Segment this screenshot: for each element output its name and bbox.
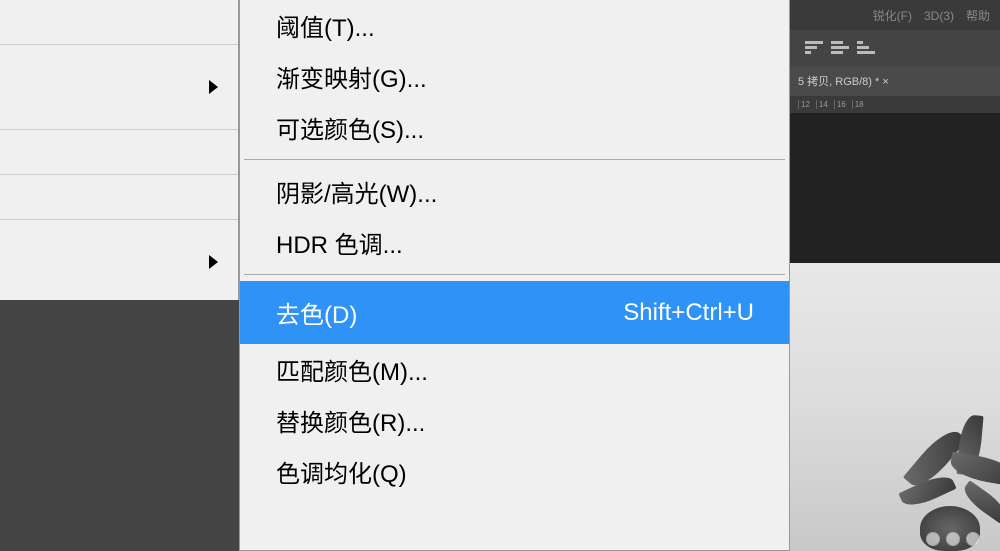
plant-image [830, 371, 1000, 551]
canvas-background [790, 113, 1000, 263]
align-middle-icon[interactable] [831, 41, 849, 56]
menu-label: HDR 色调... [276, 225, 403, 260]
menu-item-gradient-map[interactable]: 渐变映射(G)... [240, 51, 789, 102]
menu-separator [244, 159, 785, 160]
menu-item-hdr-toning[interactable]: HDR 色调... [240, 217, 789, 268]
menu-item-equalize[interactable]: 色调均化(Q) [240, 446, 789, 497]
menu-label: 阈值(T)... [276, 8, 375, 43]
photo-canvas[interactable] [790, 263, 1000, 551]
leaf-shape [948, 452, 1000, 487]
circle-icon [966, 532, 980, 546]
align-bottom-icon[interactable] [857, 41, 875, 56]
parent-menu-item[interactable] [0, 0, 238, 45]
adjustments-submenu: 阈值(T)... 渐变映射(G)... 可选颜色(S)... 阴影/高光(W).… [239, 0, 790, 551]
top-menu-bar: 锐化(F) 3D(3) 帮助 [790, 0, 1000, 30]
document-tab[interactable]: 5 拷贝, RGB/8) * × [790, 66, 1000, 96]
right-workspace: 锐化(F) 3D(3) 帮助 5 拷贝, RGB/8) * × 12 14 16… [790, 0, 1000, 551]
menu-label: 阴影/高光(W)... [276, 174, 437, 209]
ruler-tick: 18 [852, 100, 864, 109]
menu-label: 匹配颜色(M)... [276, 352, 428, 387]
align-top-icon[interactable] [805, 41, 823, 56]
circle-icon [926, 532, 940, 546]
arrow-right-icon [209, 80, 218, 94]
tab-label: 5 拷贝, RGB/8) * × [798, 73, 889, 89]
menu-item-desaturate[interactable]: 去色(D) Shift+Ctrl+U [240, 281, 789, 344]
menu-item-match-color[interactable]: 匹配颜色(M)... [240, 344, 789, 395]
ruler-tick: 16 [834, 100, 846, 109]
menu-item-selective-color[interactable]: 可选颜色(S)... [240, 102, 789, 153]
circle-icon [946, 532, 960, 546]
menu-label: 可选颜色(S)... [276, 110, 424, 145]
menu-label: 渐变映射(G)... [276, 59, 427, 94]
parent-menu-item[interactable] [0, 175, 238, 220]
ruler-tick: 12 [798, 100, 810, 109]
menu-item-threshold[interactable]: 阈值(T)... [240, 0, 789, 51]
menu-separator [244, 274, 785, 275]
menu-item-replace-color[interactable]: 替换颜色(R)... [240, 395, 789, 446]
menu-shortcut: Shift+Ctrl+U [623, 299, 754, 327]
menu-label: 色调均化(Q) [276, 454, 407, 489]
arrow-right-icon [209, 255, 218, 269]
parent-menu-item[interactable] [0, 130, 238, 175]
parent-menu-item[interactable] [0, 45, 238, 130]
menu-item-shadows-highlights[interactable]: 阴影/高光(W)... [240, 166, 789, 217]
workspace-background [0, 300, 239, 551]
menu-bar-text: 锐化(F) 3D(3) 帮助 [873, 7, 990, 24]
ruler: 12 14 16 18 [790, 96, 1000, 113]
ruler-tick: 14 [816, 100, 828, 109]
align-toolbar [790, 30, 1000, 66]
menu-label: 替换颜色(R)... [276, 403, 425, 438]
parent-menu [0, 0, 239, 305]
menu-label: 去色(D) [276, 295, 357, 330]
rating-indicator [926, 532, 980, 546]
parent-menu-item[interactable] [0, 220, 238, 305]
